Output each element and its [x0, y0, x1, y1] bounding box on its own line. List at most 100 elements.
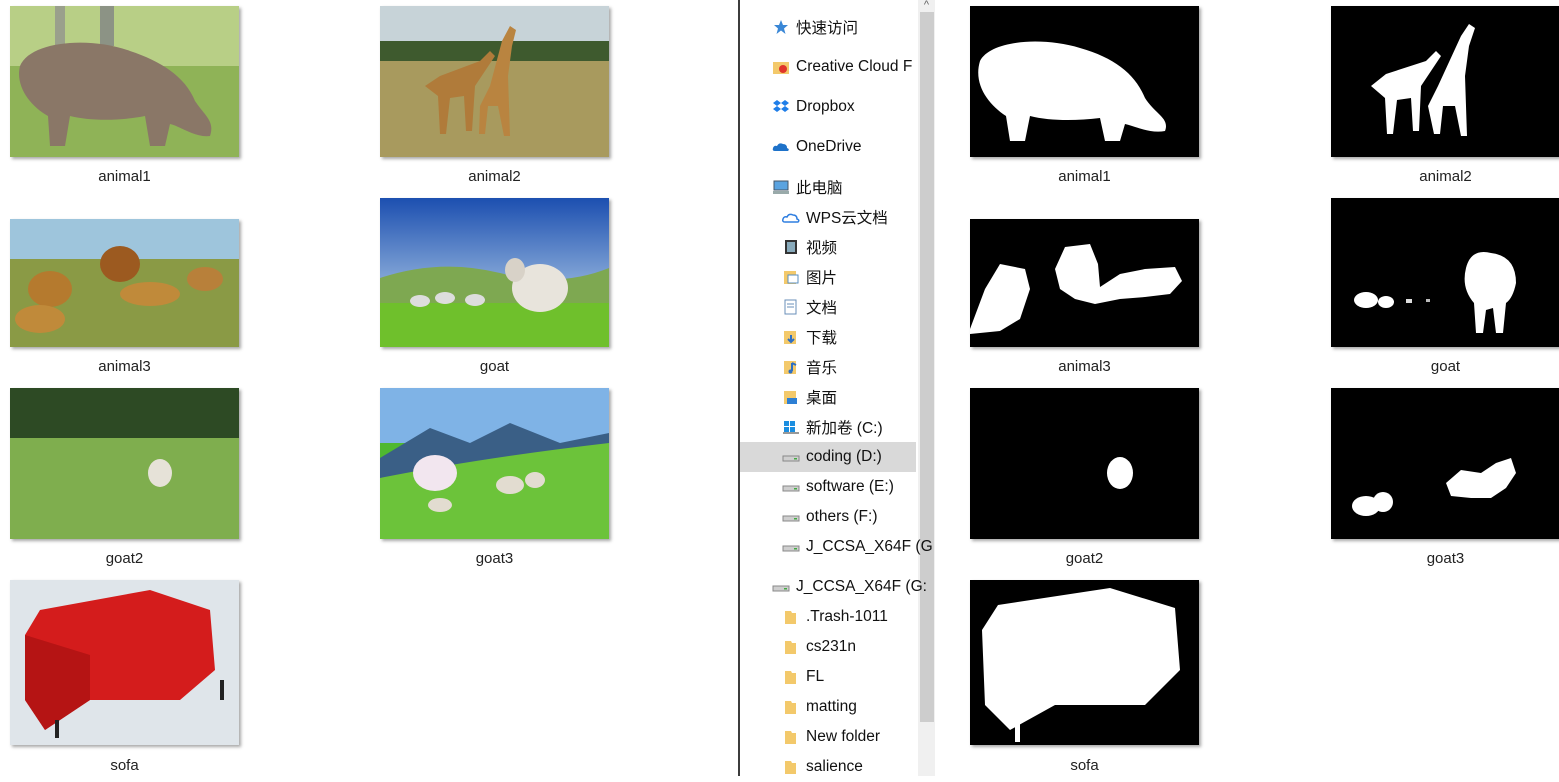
nav-this-pc[interactable]: 此电脑	[740, 172, 948, 202]
downloads-folder-icon	[782, 329, 800, 345]
thumbnail-goat[interactable]	[380, 198, 609, 347]
nav-item-label: 下载	[806, 330, 838, 347]
drive-icon	[772, 579, 790, 595]
thumbnail-label: animal3	[98, 358, 151, 375]
thumbnail-label: animal3	[1058, 358, 1111, 375]
thumbnail-label: animal2	[468, 168, 521, 185]
navigation-pane[interactable]: ^ 快速访问 Creative Cloud F Dropbox OneDrive…	[738, 0, 937, 776]
thumbnail-label: animal2	[1419, 168, 1472, 185]
folder-icon	[782, 729, 800, 745]
nav-item-label: 此电脑	[796, 180, 843, 197]
documents-folder-icon	[782, 299, 800, 315]
nav-dropbox[interactable]: Dropbox	[740, 92, 948, 122]
nav-item-label: Dropbox	[796, 98, 855, 115]
nav-item-label: cs231n	[806, 638, 856, 655]
video-folder-icon	[782, 239, 800, 255]
nav-drive-g[interactable]: J_CCSA_X64F (G:	[740, 572, 948, 602]
nav-item-label: FL	[806, 668, 825, 685]
thumbnail-animal3[interactable]	[10, 219, 239, 347]
thumbnail-label: sofa	[1070, 757, 1099, 774]
thumbnail-label: goat	[479, 358, 510, 375]
nav-item-label: 新加卷 (C:)	[806, 420, 883, 437]
nav-creative-cloud[interactable]: Creative Cloud F	[740, 52, 948, 82]
nav-item-label: software (E:)	[806, 478, 894, 495]
folder-icon	[782, 669, 800, 685]
nav-documents[interactable]: 文档	[740, 292, 958, 322]
mask-thumbnail-goat[interactable]	[1331, 198, 1559, 347]
nav-downloads[interactable]: 下载	[740, 322, 958, 352]
nav-pictures[interactable]: 图片	[740, 262, 958, 292]
nav-folder-trash[interactable]: .Trash-1011	[740, 602, 958, 632]
nav-item-label: J_CCSA_X64F (G:	[796, 578, 927, 595]
thumbnail-label: sofa	[110, 757, 139, 774]
nav-item-label: Creative Cloud F	[796, 58, 913, 75]
nav-drive-d[interactable]: coding (D:)	[740, 442, 916, 472]
dropbox-icon	[772, 99, 790, 115]
nav-item-label: 音乐	[806, 360, 838, 377]
windows-drive-icon	[782, 419, 800, 435]
thumbnail-label: goat3	[475, 550, 514, 567]
mask-thumbnail-animal2[interactable]	[1331, 6, 1559, 157]
star-icon	[772, 19, 790, 35]
nav-item-label: WPS云文档	[806, 210, 888, 227]
thumbnail-label: goat2	[1065, 550, 1104, 567]
folder-icon	[782, 759, 800, 775]
wps-cloud-icon	[782, 209, 800, 225]
mask-thumbnail-sofa[interactable]	[970, 580, 1199, 745]
drive-icon	[782, 479, 800, 495]
thumbnail-label: animal1	[98, 168, 151, 185]
music-folder-icon	[782, 359, 800, 375]
nav-item-label: New folder	[806, 728, 881, 745]
thumbnail-goat3[interactable]	[380, 388, 609, 539]
nav-quick-access[interactable]: 快速访问	[740, 12, 948, 42]
onedrive-cloud-icon	[772, 139, 790, 155]
nav-item-label: J_CCSA_X64F (G	[806, 538, 933, 555]
mask-thumbnail-goat3[interactable]	[1331, 388, 1559, 539]
nav-drive-e[interactable]: software (E:)	[740, 472, 958, 502]
drive-icon	[782, 539, 800, 555]
drive-icon	[782, 449, 800, 465]
nav-drive-f[interactable]: others (F:)	[740, 502, 958, 532]
nav-item-label: others (F:)	[806, 508, 878, 525]
nav-item-label: 桌面	[806, 390, 838, 407]
nav-wps-cloud[interactable]: WPS云文档	[740, 202, 958, 232]
thumbnail-label: goat	[1430, 358, 1461, 375]
nav-drive-c[interactable]: 新加卷 (C:)	[740, 412, 958, 442]
nav-item-label: 视频	[806, 240, 838, 257]
thumbnail-animal1[interactable]	[10, 6, 239, 157]
nav-desktop[interactable]: 桌面	[740, 382, 958, 412]
nav-folder-cs231n[interactable]: cs231n	[740, 632, 958, 662]
thumbnail-sofa[interactable]	[10, 580, 239, 745]
thumbnail-animal2[interactable]	[380, 6, 609, 157]
mask-images-pane: animal1 animal2 animal3 goat goat2 goat3…	[935, 0, 1559, 776]
drive-icon	[782, 509, 800, 525]
nav-item-label: 快速访问	[796, 20, 859, 37]
nav-onedrive[interactable]: OneDrive	[740, 132, 948, 162]
mask-thumbnail-animal3[interactable]	[970, 219, 1199, 347]
nav-item-label: coding (D:)	[806, 448, 882, 465]
thumbnail-label: goat3	[1426, 550, 1465, 567]
nav-item-label: OneDrive	[796, 138, 862, 155]
folder-icon	[782, 639, 800, 655]
nav-folder-salience[interactable]: salience	[740, 752, 958, 782]
thumbnail-goat2[interactable]	[10, 388, 239, 539]
folder-icon	[782, 609, 800, 625]
nav-music[interactable]: 音乐	[740, 352, 958, 382]
original-images-pane: animal1 animal2 animal3 goat goat2 goat3…	[0, 0, 740, 776]
creative-cloud-folder-icon	[772, 59, 790, 75]
scroll-up-arrow-icon[interactable]: ^	[918, 0, 935, 12]
mask-thumbnail-animal1[interactable]	[970, 6, 1199, 157]
nav-folder-matting[interactable]: matting	[740, 692, 958, 722]
folder-icon	[782, 699, 800, 715]
thumbnail-label: goat2	[105, 550, 144, 567]
thumbnail-label: animal1	[1058, 168, 1111, 185]
nav-videos[interactable]: 视频	[740, 232, 958, 262]
nav-item-label: matting	[806, 698, 857, 715]
mask-thumbnail-goat2[interactable]	[970, 388, 1199, 539]
nav-folder-new-folder[interactable]: New folder	[740, 722, 958, 752]
nav-drive-g-sub[interactable]: J_CCSA_X64F (G	[740, 532, 958, 562]
nav-item-label: 图片	[806, 270, 838, 287]
nav-item-label: .Trash-1011	[806, 608, 888, 625]
nav-folder-fl[interactable]: FL	[740, 662, 958, 692]
nav-item-label: 文档	[806, 300, 838, 317]
